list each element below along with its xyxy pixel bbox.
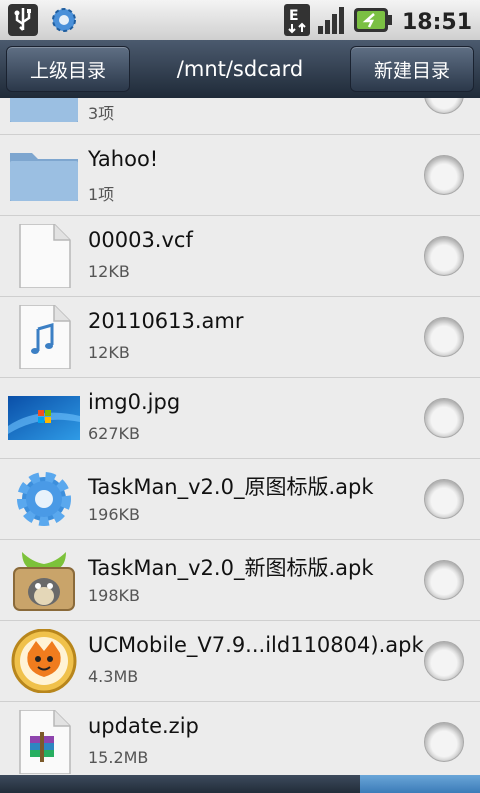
list-item[interactable]: UCMobile_V7.9...ild110804).apk 4.3MB bbox=[0, 621, 480, 702]
select-radio[interactable] bbox=[424, 317, 464, 357]
folder-icon bbox=[8, 143, 80, 207]
list-item[interactable]: TaskMan_v2.0_原图标版.apk 196KB bbox=[0, 459, 480, 540]
usb-icon bbox=[8, 4, 38, 40]
select-radio[interactable] bbox=[424, 641, 464, 681]
file-name: Yahoo! bbox=[88, 147, 159, 171]
tab-apps[interactable] bbox=[120, 775, 240, 793]
select-radio[interactable] bbox=[424, 560, 464, 600]
ucbrowser-app-icon bbox=[8, 628, 80, 694]
file-meta: 196KB bbox=[88, 505, 141, 524]
file-name: 20110613.amr bbox=[88, 309, 244, 333]
new-folder-button[interactable]: 新建目录 bbox=[350, 46, 474, 92]
gear-icon bbox=[48, 4, 80, 40]
list-item[interactable]: Yahoo! 1项 bbox=[0, 135, 480, 216]
list-item[interactable]: update.zip 15.2MB bbox=[0, 702, 480, 775]
document-icon bbox=[8, 223, 80, 289]
file-name: TaskMan_v2.0_新图标版.apk bbox=[88, 556, 374, 580]
audio-file-icon bbox=[8, 304, 80, 370]
list-item[interactable]: 20110613.amr 12KB bbox=[0, 297, 480, 378]
edge-network-icon: E bbox=[283, 4, 310, 40]
select-radio[interactable] bbox=[424, 479, 464, 519]
list-item[interactable]: TaskMan_v2.0_新图标版.apk 198KB bbox=[0, 540, 480, 621]
file-meta: 198KB bbox=[88, 586, 141, 605]
svg-text:E: E bbox=[289, 8, 299, 24]
status-bar: E 18:51 bbox=[0, 0, 480, 41]
select-radio[interactable] bbox=[424, 398, 464, 438]
taskman-app-icon bbox=[8, 548, 80, 612]
select-radio[interactable] bbox=[424, 98, 464, 114]
file-name: update.zip bbox=[88, 714, 199, 738]
parent-directory-button[interactable]: 上级目录 bbox=[6, 46, 130, 92]
list-item[interactable]: 3项 bbox=[0, 98, 480, 135]
select-radio[interactable] bbox=[424, 236, 464, 276]
file-name: 00003.vcf bbox=[88, 228, 193, 252]
file-list[interactable]: 3项 Yahoo! 1项 00003.vcf 12KB 20110613.amr… bbox=[0, 98, 480, 775]
file-meta: 15.2MB bbox=[88, 748, 149, 767]
current-path: /mnt/sdcard bbox=[176, 57, 304, 81]
folder-icon bbox=[8, 98, 80, 126]
tab-files[interactable] bbox=[360, 775, 480, 793]
file-meta: 12KB bbox=[88, 262, 130, 281]
battery-icon bbox=[353, 6, 392, 38]
file-name: TaskMan_v2.0_原图标版.apk bbox=[88, 475, 374, 499]
tab-settings[interactable] bbox=[0, 775, 120, 793]
tab-tasks[interactable] bbox=[240, 775, 360, 793]
image-thumbnail-icon bbox=[8, 386, 80, 450]
select-radio[interactable] bbox=[424, 155, 464, 195]
file-meta: 627KB bbox=[88, 424, 141, 443]
file-name: UCMobile_V7.9...ild110804).apk bbox=[88, 633, 424, 657]
file-meta: 4.3MB bbox=[88, 667, 139, 686]
file-name: img0.jpg bbox=[88, 390, 181, 414]
file-meta: 1项 bbox=[88, 185, 115, 204]
bottom-tab-bar bbox=[0, 775, 480, 793]
list-item[interactable]: img0.jpg 627KB bbox=[0, 378, 480, 459]
select-radio[interactable] bbox=[424, 722, 464, 762]
file-meta: 3项 bbox=[88, 104, 115, 123]
list-item[interactable]: 00003.vcf 12KB bbox=[0, 216, 480, 297]
signal-icon bbox=[316, 4, 348, 40]
file-meta: 12KB bbox=[88, 343, 130, 362]
gear-app-icon bbox=[8, 467, 80, 531]
clock: 18:51 bbox=[401, 9, 472, 35]
file-browser-toolbar: 上级目录 /mnt/sdcard 新建目录 bbox=[0, 40, 480, 98]
zip-archive-icon bbox=[8, 709, 80, 775]
